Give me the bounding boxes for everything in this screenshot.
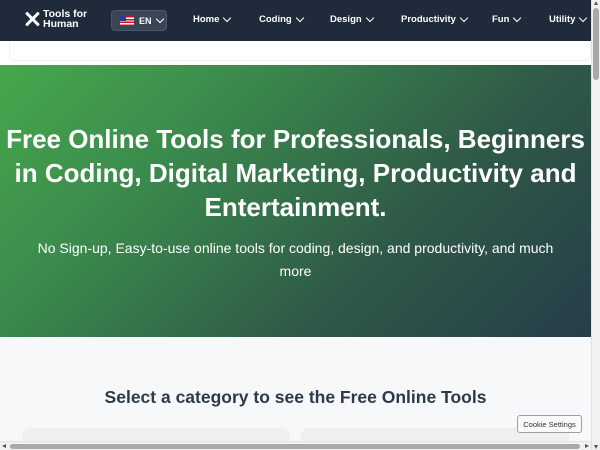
nav-utility-label: Utility [549, 14, 576, 25]
chevron-down-icon [459, 13, 469, 23]
horizontal-scroll-thumb[interactable] [10, 444, 580, 449]
hero-title: Free Online Tools for Professionals, Beg… [6, 124, 585, 222]
category-section: Select a category to see the Free Online… [0, 337, 591, 448]
nav-home-label: Home [193, 14, 220, 25]
nav-productivity-label: Productivity [401, 14, 456, 25]
site-logo[interactable]: Tools for Human [24, 9, 87, 29]
hero-subtitle: No Sign-up, Easy-to-use online tools for… [37, 240, 554, 279]
nav-fun-label: Fun [492, 14, 510, 25]
scroll-up-icon[interactable] [594, 1, 598, 5]
nav-utility[interactable]: Utility [549, 13, 588, 25]
logo-cross-icon [24, 11, 40, 27]
nav-fun[interactable]: Fun [492, 13, 522, 25]
horizontal-scrollbar[interactable] [0, 441, 591, 450]
top-navbar: Tools for Human EN Home Coding Design Pr… [0, 0, 591, 41]
category-heading: Select a category to see the Free Online… [104, 387, 487, 407]
chevron-down-icon [223, 13, 232, 23]
sub-header-strip [0, 41, 591, 65]
scroll-left-icon[interactable] [2, 444, 6, 448]
logo-text: Tools for Human [43, 9, 87, 30]
nav-design-label: Design [330, 14, 362, 25]
sub-header-panel [9, 41, 591, 61]
logo-line2: Human [43, 18, 79, 30]
scroll-down-icon[interactable] [594, 445, 598, 449]
chevron-down-icon [579, 13, 588, 23]
language-selector[interactable]: EN [111, 10, 167, 31]
chevron-down-icon [365, 13, 374, 23]
hero-banner: Free Online Tools for Professionals, Beg… [0, 65, 591, 337]
nav-coding[interactable]: Coding [259, 13, 304, 25]
scroll-right-icon[interactable] [585, 444, 589, 448]
chevron-down-icon [155, 14, 164, 24]
nav-productivity[interactable]: Productivity [401, 13, 469, 25]
chevron-down-icon [513, 13, 522, 23]
vertical-scroll-thumb[interactable] [593, 8, 599, 80]
us-flag-icon [120, 15, 134, 26]
language-code: EN [139, 15, 152, 26]
nav-coding-label: Coding [259, 14, 292, 25]
cookie-settings-label: Cookie Settings [523, 419, 576, 429]
cookie-settings-button[interactable]: Cookie Settings [517, 415, 582, 433]
vertical-scrollbar[interactable] [591, 0, 600, 450]
nav-home[interactable]: Home [193, 13, 232, 25]
chevron-down-icon [295, 13, 304, 23]
nav-design[interactable]: Design [330, 13, 374, 25]
